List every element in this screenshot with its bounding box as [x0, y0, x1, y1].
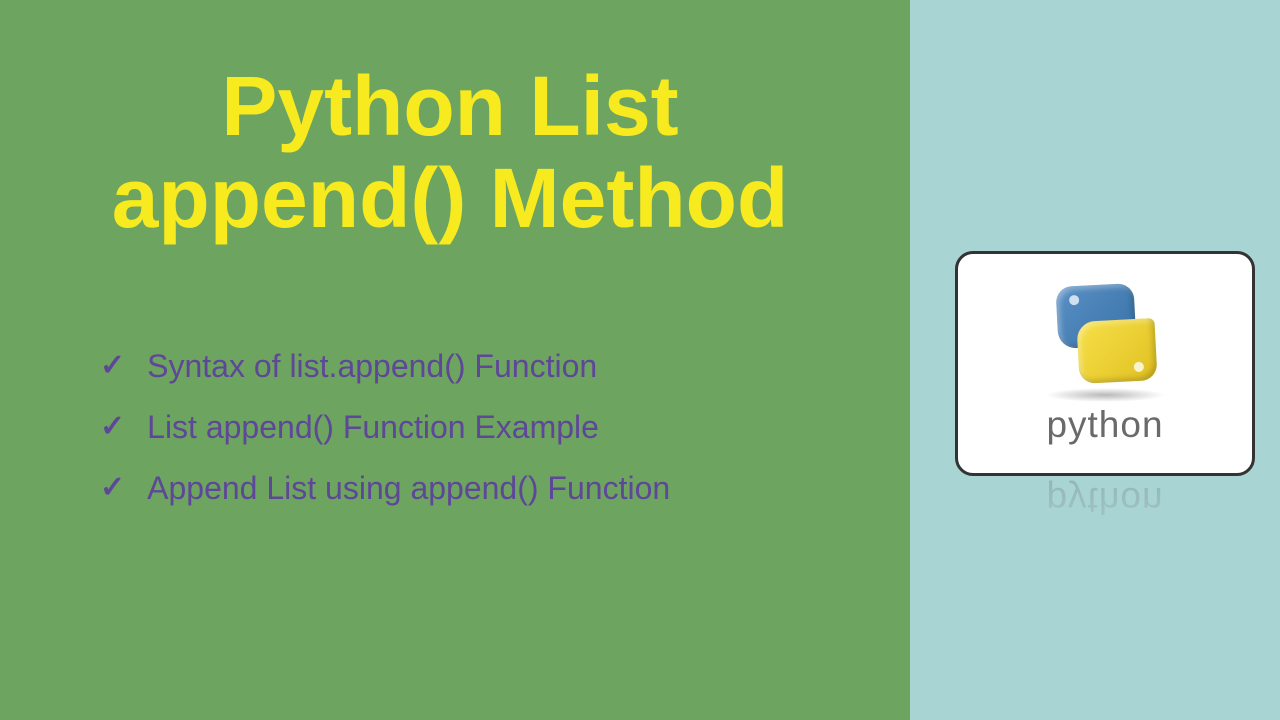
bullet-text: Append List using append() Function: [147, 467, 670, 510]
bullet-text: Syntax of list.append() Function: [147, 345, 597, 388]
check-icon: ✓: [100, 348, 125, 383]
check-icon: ✓: [100, 470, 125, 505]
check-icon: ✓: [100, 409, 125, 444]
title-line-1: Python List: [221, 59, 678, 153]
list-item: ✓ List append() Function Example: [100, 406, 850, 449]
sidebar-panel: python python: [910, 0, 1280, 720]
logo-caption: python: [1046, 404, 1163, 446]
slide-title: Python List append() Method: [60, 60, 840, 245]
list-item: ✓ Append List using append() Function: [100, 467, 850, 510]
logo-reflection: python: [955, 479, 1255, 569]
list-item: ✓ Syntax of list.append() Function: [100, 345, 850, 388]
bullet-list: ✓ Syntax of list.append() Function ✓ Lis…: [100, 345, 850, 511]
python-snake-yellow: [1076, 318, 1157, 384]
python-logo-card: python: [955, 251, 1255, 476]
title-line-2: append() Method: [112, 151, 789, 245]
bullet-text: List append() Function Example: [147, 406, 599, 449]
content-panel: Python List append() Method ✓ Syntax of …: [0, 0, 910, 720]
python-logo-icon: [1038, 281, 1173, 396]
